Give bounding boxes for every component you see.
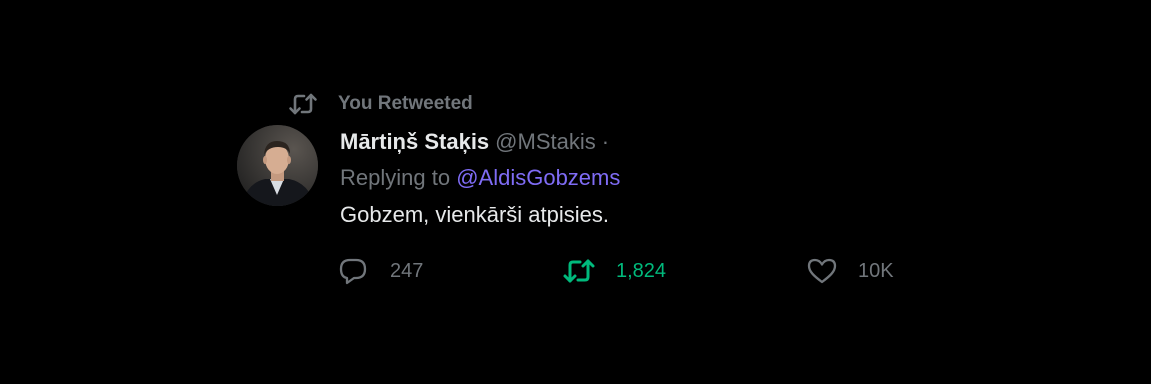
like-button[interactable]: 10K bbox=[805, 254, 894, 288]
replying-to-prefix: Replying to bbox=[340, 165, 451, 190]
like-count: 10K bbox=[858, 259, 894, 282]
reply-count: 247 bbox=[390, 259, 424, 282]
heart-icon[interactable] bbox=[805, 254, 839, 288]
retweet-banner-label[interactable]: You Retweeted bbox=[338, 93, 473, 115]
tweet-screen: You Retweeted Mārtiņš Staķis @MStakis · bbox=[0, 0, 1151, 384]
retweet-icon[interactable] bbox=[562, 254, 596, 288]
author-handle[interactable]: @MStakis bbox=[495, 129, 596, 155]
header-fade bbox=[646, 126, 670, 158]
tweet-text: Gobzem, vienkārši atpisies. bbox=[340, 202, 609, 227]
replying-to-line: Replying to @AldisGobzems bbox=[340, 165, 620, 191]
tweet-header: Mārtiņš Staķis @MStakis · bbox=[340, 126, 670, 158]
retweet-count: 1,824 bbox=[616, 259, 667, 282]
reply-mention-link[interactable]: @AldisGobzems bbox=[456, 165, 620, 190]
reply-icon[interactable] bbox=[336, 254, 370, 288]
header-separator: · bbox=[601, 129, 610, 154]
retweet-button[interactable]: 1,824 bbox=[562, 254, 666, 288]
avatar[interactable] bbox=[237, 125, 318, 206]
retweet-banner: You Retweeted bbox=[288, 90, 473, 118]
retweet-icon bbox=[288, 90, 320, 118]
reply-button[interactable]: 247 bbox=[336, 254, 423, 288]
author-display-name[interactable]: Mārtiņš Staķis bbox=[340, 129, 489, 155]
